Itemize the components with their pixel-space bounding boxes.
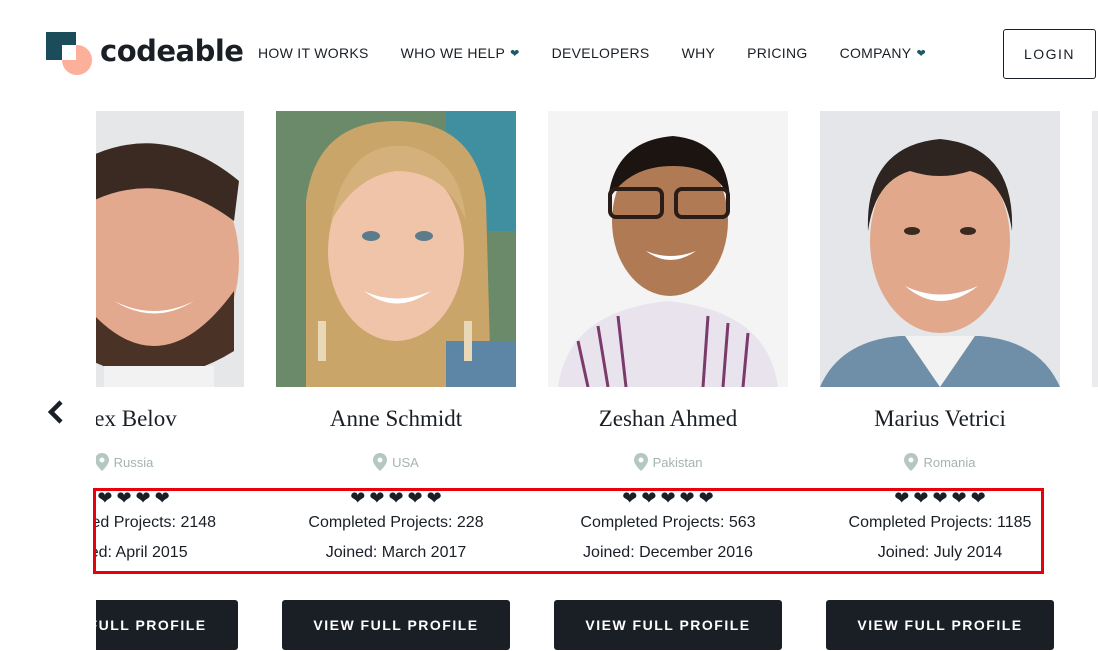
heart-icon: ❤ — [698, 488, 714, 508]
heart-icon: ❤ — [913, 488, 929, 508]
nav-label: PRICING — [747, 45, 808, 61]
heart-icon: ❤ — [660, 488, 676, 508]
expert-card: Marius Vetrici Romania ❤ ❤ ❤ ❤ ❤ Completed P… — [820, 100, 1092, 651]
heart-icon: ❤ — [679, 488, 695, 508]
nav-how-it-works[interactable]: HOW IT WORKS — [258, 45, 369, 61]
heart-icon: ❤ — [970, 488, 986, 508]
portrait-image — [548, 111, 788, 387]
expert-photo[interactable] — [1092, 111, 1098, 387]
nav-label: DEVELOPERS — [551, 45, 650, 61]
nav-developers[interactable]: DEVELOPERS — [552, 45, 650, 61]
view-full-profile-button[interactable]: VIEW FULL PROFILE — [282, 600, 510, 650]
map-pin-icon — [904, 453, 919, 471]
logo-text: codeable — [100, 34, 244, 68]
nav-why[interactable]: WHY — [682, 45, 716, 61]
main-nav: HOW IT WORKS WHO WE HELP ❤ DEVELOPERS WHY… — [258, 45, 958, 61]
map-pin-icon — [96, 453, 109, 471]
expert-location: Romania — [820, 453, 1060, 471]
nav-label: COMPANY — [839, 45, 912, 61]
heart-icon: ❤ — [369, 488, 385, 508]
portrait-image — [276, 111, 516, 387]
heart-rating: ❤❤❤❤❤ — [276, 489, 516, 507]
view-full-profile-button[interactable]: VIEW FULL PROFILE — [554, 600, 782, 650]
portrait-image — [1092, 111, 1098, 387]
site-header: codeable HOW IT WORKS WHO WE HELP ❤ DEVEL… — [0, 0, 1098, 100]
nav-label: HOW IT WORKS — [258, 45, 369, 61]
heart-icon: ❤ — [135, 488, 151, 508]
heart-rating: ❤❤❤❤❤ — [820, 489, 1060, 507]
logo-mark-icon — [46, 32, 92, 76]
heart-chevron-icon: ❤ — [510, 47, 520, 60]
nav-label: WHY — [681, 45, 716, 61]
expert-card-next — [1092, 100, 1098, 651]
expert-location: Pakistan — [548, 453, 788, 471]
nav-company[interactable]: COMPANY ❤ — [840, 45, 926, 61]
heart-chevron-icon: ❤ — [916, 47, 926, 60]
expert-name: Marius Vetrici — [874, 406, 1006, 431]
map-pin-icon — [373, 453, 388, 471]
expert-name: Anne Schmidt — [329, 406, 463, 431]
joined-date: Joined: March 2017 — [325, 544, 467, 561]
view-full-profile-button[interactable]: VIEW FULL PROFILE — [96, 600, 238, 650]
heart-icon: ❤ — [154, 488, 170, 508]
joined-date: Joined: July 2014 — [877, 544, 1003, 561]
completed-projects: Completed Projects: 2148 — [96, 514, 217, 531]
expert-photo[interactable] — [548, 111, 788, 387]
expert-card: Anne Schmidt USA ❤ ❤ ❤ ❤ ❤ Completed Project… — [276, 100, 548, 651]
portrait-image — [96, 111, 244, 387]
expert-card: Alex Belov Russia ❤❤❤❤❤ Completed Projec… — [96, 100, 276, 651]
location-label: Pakistan — [652, 454, 703, 470]
heart-icon: ❤ — [388, 488, 404, 508]
expert-photo[interactable] — [820, 111, 1060, 387]
heart-rating: ❤❤❤❤❤ — [96, 489, 244, 507]
expert-name: Alex Belov — [96, 406, 177, 431]
view-full-profile-button[interactable]: VIEW FULL PROFILE — [826, 600, 1054, 650]
login-button[interactable]: LOGIN — [1003, 29, 1096, 79]
completed-projects: Completed Projects: 228 — [308, 514, 484, 531]
heart-icon: ❤ — [951, 488, 967, 508]
chevron-left-icon[interactable] — [46, 400, 68, 424]
location-label: USA — [392, 454, 419, 470]
location-label: Russia — [113, 454, 154, 470]
portrait-image — [820, 111, 1060, 387]
expert-name: Zeshan Ahmed — [598, 406, 738, 431]
expert-location: USA — [276, 453, 516, 471]
expert-location: Russia — [96, 453, 244, 471]
completed-projects: Completed Projects: 563 — [580, 514, 756, 531]
codeable-logo[interactable]: codeable — [46, 32, 244, 76]
heart-icon: ❤ — [641, 488, 657, 508]
heart-icon: ❤ — [407, 488, 423, 508]
heart-icon: ❤ — [426, 488, 442, 508]
expert-card: Zeshan Ahmed Pakistan ❤ ❤ ❤ ❤ ❤ Completed Pr… — [548, 100, 820, 651]
joined-date: Joined: April 2015 — [96, 544, 188, 561]
carousel-viewport: Alex Belov Russia ❤❤❤❤❤ Completed Projec… — [96, 100, 1098, 651]
joined-date: Joined: December 2016 — [583, 544, 753, 561]
heart-rating: ❤❤❤❤❤ — [548, 489, 788, 507]
location-label: Romania — [923, 454, 976, 470]
heart-icon: ❤ — [622, 488, 638, 508]
nav-pricing[interactable]: PRICING — [747, 45, 807, 61]
heart-icon: ❤ — [116, 488, 132, 508]
heart-icon: ❤ — [894, 488, 910, 508]
nav-label: WHO WE HELP — [400, 45, 506, 61]
expert-photo[interactable] — [276, 111, 516, 387]
heart-icon: ❤ — [932, 488, 948, 508]
completed-projects: Completed Projects: 1185 — [848, 514, 1032, 531]
heart-icon: ❤ — [350, 488, 366, 508]
heart-icon: ❤ — [97, 488, 113, 508]
experts-carousel: Alex Belov Russia ❤❤❤❤❤ Completed Projec… — [0, 100, 1098, 651]
map-pin-icon — [633, 453, 648, 471]
nav-who-we-help[interactable]: WHO WE HELP ❤ — [401, 45, 520, 61]
expert-photo[interactable] — [96, 111, 244, 387]
